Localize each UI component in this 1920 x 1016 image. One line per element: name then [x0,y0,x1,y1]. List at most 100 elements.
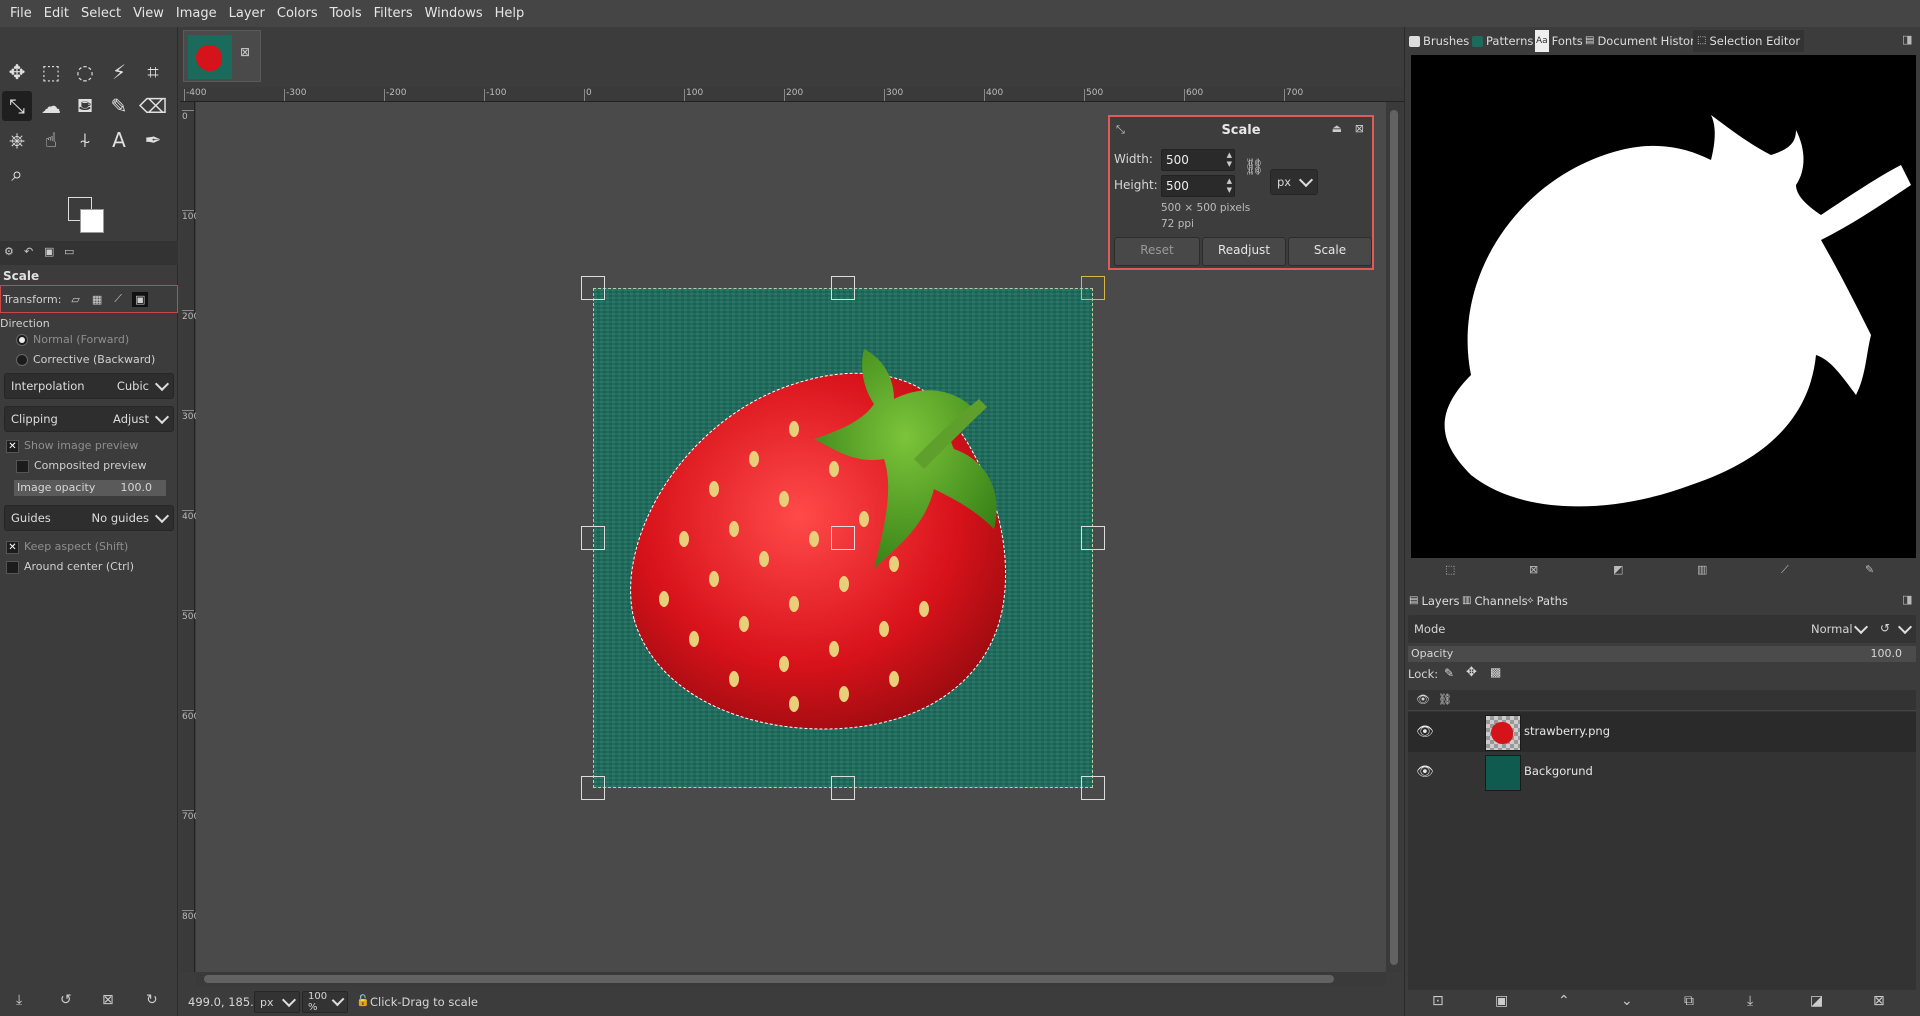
lock-position-icon[interactable]: ✥ [1466,665,1477,680]
layer-row[interactable]: 👁 strawberry.png [1408,712,1916,752]
clone-tool-icon[interactable]: ⎈ [2,125,32,155]
tab-document-history[interactable]: ▤ Document History [1585,30,1702,52]
new-layer-group-icon[interactable]: ▣ [1495,993,1508,1009]
reset-mode-icon[interactable]: ↺ [1880,621,1890,635]
rect-select-tool-icon[interactable]: ⬚ [36,57,66,87]
unit-combo[interactable]: px [1270,169,1318,195]
spin-arrows-icon[interactable]: ▲ ▼ [1227,177,1232,195]
menu-help[interactable]: Help [489,0,531,27]
paintbrush-tool-icon[interactable]: ✎ [104,91,134,121]
undo-history-tab-icon[interactable]: ↶ [24,245,40,261]
text-tool-icon[interactable]: A [104,125,134,155]
menu-select[interactable]: Select [75,0,127,27]
scale-button[interactable]: Scale [1288,237,1372,266]
transform-layer-icon[interactable]: ▱ [71,293,79,306]
smudge-tool-icon[interactable]: ☝ [36,125,66,155]
vertical-scroll-thumb[interactable] [1390,110,1398,965]
scale-handle-right[interactable] [1081,526,1105,550]
paths-tool-icon[interactable]: ⍭ [70,125,100,155]
scale-handle-top[interactable] [831,276,855,300]
layer-row[interactable]: 👁 Backgorund [1408,752,1916,792]
layer-mode-row[interactable]: Mode Normal ↺ [1408,615,1916,643]
zoom-tool-icon[interactable]: ⌕ [2,159,32,189]
close-dialog-icon[interactable]: ⊠ [1355,122,1364,135]
spin-arrows-icon[interactable]: ▲ ▼ [1227,151,1232,169]
eraser-tool-icon[interactable]: ⌫ [138,91,168,121]
image-tab[interactable]: ⊠ [183,30,261,82]
composited-preview-checkbox[interactable]: Composited preview [16,459,192,473]
direction-corrective-radio[interactable]: Corrective (Backward) [16,353,192,366]
color-picker-tool-icon[interactable]: ✒ [138,125,168,155]
guides-combo[interactable]: Guides No guides [4,505,174,531]
scale-handle-top-left[interactable] [581,276,605,300]
menu-file[interactable]: File [4,0,38,27]
templates-tab-icon[interactable]: ▭ [64,245,80,261]
menu-image[interactable]: Image [170,0,223,27]
tab-layers[interactable]: ▤ Layers [1409,590,1460,612]
transform-selection-icon[interactable]: ▦ [92,293,102,306]
new-layer-icon[interactable]: ⊡ [1432,993,1444,1009]
chevron-down-icon[interactable] [1897,619,1913,635]
delete-layer-icon[interactable]: ⊠ [1873,993,1885,1009]
horizontal-scroll-thumb[interactable] [204,975,1334,983]
crop-tool-icon[interactable]: ⌗ [138,57,168,87]
readjust-button[interactable]: Readjust [1202,237,1286,266]
scale-handle-center[interactable] [831,526,855,550]
fuzzy-select-tool-icon[interactable]: ⚡ [104,57,134,87]
bucket-fill-tool-icon[interactable]: ⛾ [70,91,100,121]
save-options-icon[interactable]: ⤓ [16,992,22,1008]
scale-handle-bottom[interactable] [831,776,855,800]
scale-handle-bottom-left[interactable] [581,776,605,800]
layer-opacity-slider[interactable]: Opacity 100.0 [1408,646,1916,662]
select-none-icon[interactable]: ⊠ [1529,563,1543,577]
vertical-scrollbar[interactable] [1386,102,1402,972]
scale-handle-bottom-right[interactable] [1081,776,1105,800]
lasso-tool-icon[interactable]: ◌ [70,57,100,87]
selection-to-path-icon[interactable]: ⟋ [1781,563,1795,577]
horizontal-scrollbar[interactable] [196,972,1386,986]
transform-path-icon[interactable]: ⟋ [114,292,122,306]
eye-icon[interactable]: 👁 [1416,724,1434,740]
tool-options-tab-icon[interactable]: ⚙ [4,245,20,261]
menu-view[interactable]: View [127,0,170,27]
image-opacity-slider[interactable]: Image opacity 100.0 [14,480,166,496]
lower-layer-icon[interactable]: ⌄ [1621,993,1633,1009]
select-all-icon[interactable]: ⬚ [1445,563,1459,577]
tab-selection-editor[interactable]: ⬚ Selection Editor [1693,30,1805,52]
menu-filters[interactable]: Filters [368,0,419,27]
configure-tab-icon[interactable]: ◨ [1902,593,1912,606]
menu-tools[interactable]: Tools [324,0,368,27]
scale-tool-icon[interactable]: ⤡ [2,91,32,121]
tab-brushes[interactable]: Brushes [1409,30,1469,52]
stroke-selection-icon[interactable]: ✎ [1865,563,1879,577]
scale-handle-left[interactable] [581,526,605,550]
around-center-checkbox[interactable]: Around center (Ctrl) [6,560,182,574]
clipping-combo[interactable]: Clipping Adjust [4,406,174,432]
configure-tab-icon[interactable]: ◨ [1902,33,1912,46]
close-tab-icon[interactable]: ⊠ [240,45,250,59]
detach-dialog-icon[interactable]: ⏏ [1332,122,1342,135]
invert-selection-icon[interactable]: ◩ [1613,563,1627,577]
tab-patterns[interactable]: Patterns [1472,30,1533,52]
scale-handle-top-right[interactable] [1081,276,1105,300]
tab-fonts[interactable]: Aa Fonts [1535,30,1583,52]
eye-icon[interactable]: 👁 [1416,764,1434,780]
mask-layer-icon[interactable]: ◪ [1810,993,1823,1009]
show-preview-checkbox[interactable]: ✕ Show image preview [6,439,182,453]
images-tab-icon[interactable]: ▣ [44,245,60,261]
menu-edit[interactable]: Edit [38,0,75,27]
menu-colors[interactable]: Colors [271,0,324,27]
menu-windows[interactable]: Windows [419,0,489,27]
zoom-selector[interactable]: 100 % [302,991,348,1013]
menu-layer[interactable]: Layer [223,0,271,27]
lock-pixels-icon[interactable]: ✎ [1444,666,1454,680]
interpolation-combo[interactable]: Interpolation Cubic [4,373,174,399]
height-input[interactable]: 500 ▲ ▼ [1161,175,1235,197]
keep-aspect-checkbox[interactable]: ✕ Keep aspect (Shift) [6,540,182,554]
unit-selector[interactable]: px [254,991,300,1013]
tab-paths[interactable]: ⟡ Paths [1527,590,1568,612]
chain-link-icon[interactable]: ⛓ [1244,157,1264,176]
raise-layer-icon[interactable]: ⌃ [1558,993,1570,1009]
transform-image-icon[interactable]: ▣ [132,291,149,307]
direction-normal-radio[interactable]: Normal (Forward) [16,333,192,346]
